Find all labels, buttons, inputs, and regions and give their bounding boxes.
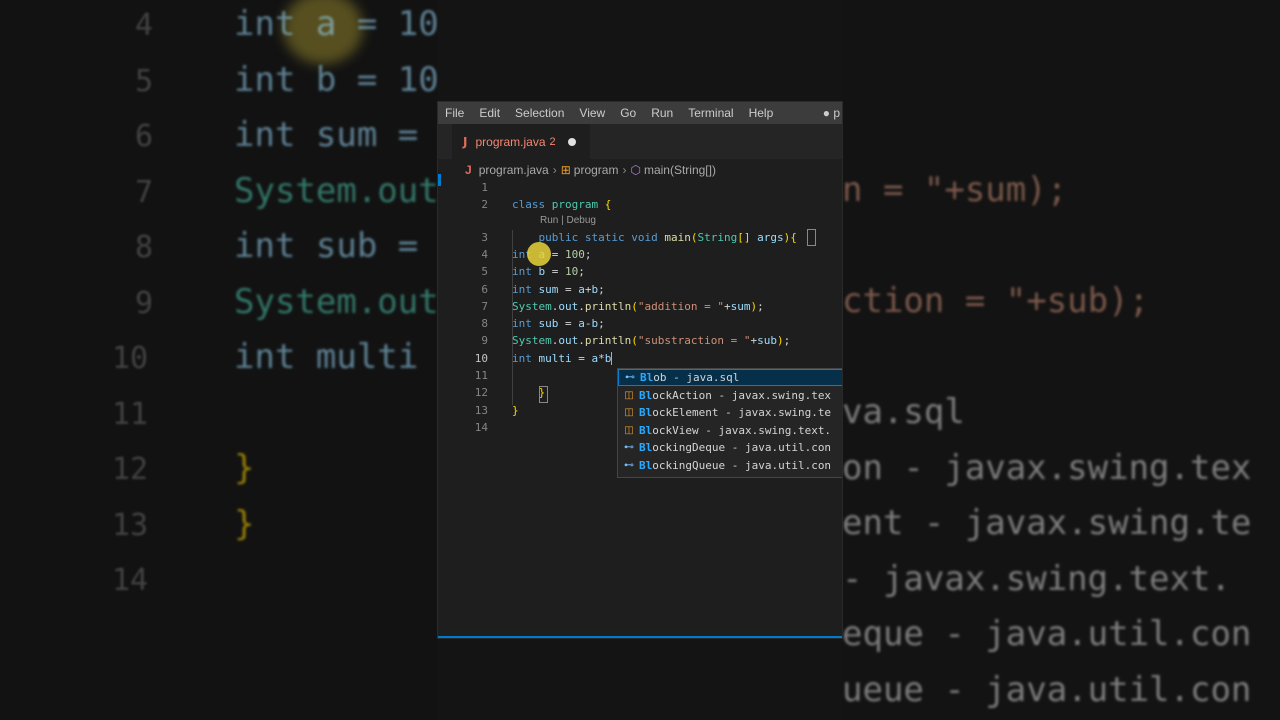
line-number: 6 xyxy=(481,282,488,296)
line-number: 3 xyxy=(481,230,488,244)
code-line[interactable]: public static void main(String[] args){ xyxy=(512,229,797,246)
field-icon: ⊷ xyxy=(624,459,634,471)
background-code-line: int multi xyxy=(234,337,419,377)
text-cursor xyxy=(611,352,613,366)
codelens-run-debug[interactable]: Run | Debug xyxy=(540,215,596,226)
line-number: 10 xyxy=(474,351,488,365)
background-line-number: 5 xyxy=(135,63,154,99)
class-icon: ◫ xyxy=(624,389,634,401)
background-line-number: 9 xyxy=(135,285,154,321)
bracket-match-highlight xyxy=(539,386,548,403)
suggestion-match: Bl xyxy=(640,371,654,384)
line-number: 11 xyxy=(474,369,488,382)
suggestion-item[interactable]: ⊷ Bl ob - java.sql xyxy=(618,369,842,386)
line-number: 14 xyxy=(474,420,488,434)
line-number: 5 xyxy=(481,265,488,279)
background-line-number: 6 xyxy=(135,119,154,154)
suggestion-item[interactable]: ⊷ Bl ockingDeque - java.util.con xyxy=(618,439,842,456)
background-code-line: ction = "+sub); xyxy=(842,281,1150,321)
status-bar-edge xyxy=(438,636,842,638)
suggestion-widget: ⊷ Bl ob - java.sql ◫ Bl ockAction - javax.swi… xyxy=(617,368,842,478)
background-line-number: 4 xyxy=(135,8,154,43)
suggestion-label: ockElement - javax.swing.te xyxy=(652,406,832,419)
suggestion-item[interactable]: ◫ Bl ockAction - javax.swing.tex xyxy=(618,387,842,404)
suggestion-label: ockingDeque - java.util.con xyxy=(652,441,832,454)
background-code-line: ueue - java.util.con xyxy=(842,669,1252,710)
suggestion-match: Bl xyxy=(639,441,653,454)
suggestion-match: Bl xyxy=(639,423,653,437)
background-code-line: int b = 10 xyxy=(234,59,438,100)
background-code-line: ent - javax.swing.te xyxy=(842,503,1252,543)
background-code-line: System.out xyxy=(234,170,438,211)
class-icon: ◫ xyxy=(624,407,634,418)
suggestion-label: ob - java.sql xyxy=(653,371,740,384)
code-editor[interactable]: Run | Debug 1 2 3 4 5 6 7 8 9 10 11 12 13 14 class pr… xyxy=(438,102,842,638)
suggestion-match: Bl xyxy=(639,388,653,402)
suggestion-item[interactable]: ◫ Bl ockElement - javax.swing.te xyxy=(618,404,842,421)
code-line[interactable]: int multi = a*b xyxy=(512,350,613,367)
code-line[interactable]: int b = 10; xyxy=(512,263,585,280)
code-line[interactable]: System.out.println("substraction = "+sub… xyxy=(512,332,790,349)
code-line[interactable]: class program { xyxy=(512,196,611,213)
background-code-line: eque - java.util.con xyxy=(842,614,1252,654)
line-number: 2 xyxy=(481,198,488,212)
line-number: 4 xyxy=(481,247,488,261)
class-icon: ◫ xyxy=(624,424,634,436)
suggestion-match: Bl xyxy=(639,406,653,419)
background-line-number: 7 xyxy=(135,174,154,210)
background-code-line: on - javax.swing.tex xyxy=(842,447,1252,488)
line-number: 12 xyxy=(474,386,488,400)
line-number: 8 xyxy=(481,317,488,331)
code-line[interactable]: int sub = a-b; xyxy=(512,315,605,332)
code-line[interactable]: System.out.println("addition = "+sum); xyxy=(512,298,764,315)
suggestion-match: Bl xyxy=(639,458,653,472)
background-code-line: } xyxy=(234,448,255,488)
background-code-line: va.sql xyxy=(842,392,965,432)
background-right-panel: n = "+sum); ction = "+sub); va.sql on - jav… xyxy=(842,0,1280,720)
line-number: 7 xyxy=(481,299,488,313)
field-icon: ⊷ xyxy=(624,442,634,453)
background-line-number: 12 xyxy=(112,452,149,487)
line-number: 9 xyxy=(481,334,488,348)
suggestion-item[interactable]: ⊷ Bl ockingQueue - java.util.con xyxy=(618,457,842,474)
suggestion-label: ockingQueue - java.util.con xyxy=(652,458,832,472)
suggestion-item[interactable]: ◫ Bl ockView - javax.swing.text. xyxy=(618,422,842,439)
code-line[interactable]: int sum = a+b; xyxy=(512,281,605,298)
vscode-window: File Edit Selection View Go Run Terminal… xyxy=(438,102,842,638)
line-number: 1 xyxy=(481,181,488,194)
suggestion-label: ockAction - javax.swing.tex xyxy=(652,388,832,402)
line-number: 13 xyxy=(474,403,488,417)
background-left-panel: 4 5 6 7 8 9 10 11 12 13 14 int a = 10 int b = 10 int… xyxy=(0,0,438,720)
background-line-number: 8 xyxy=(135,230,154,265)
background-code-line: } xyxy=(234,503,255,544)
background-line-number: 13 xyxy=(112,507,149,543)
code-line[interactable]: } xyxy=(512,402,519,419)
background-code-line: - javax.swing.text. xyxy=(842,558,1231,599)
bracket-match-highlight xyxy=(807,229,816,246)
code-line[interactable]: int a = 100; xyxy=(512,246,592,263)
background-code-line: n = "+sum); xyxy=(842,170,1068,210)
background-code-line: int sum = xyxy=(234,115,419,155)
background-code-line: System.out xyxy=(234,281,438,322)
background-line-number: 14 xyxy=(112,563,149,598)
suggestion-label: ockView - javax.swing.text. xyxy=(652,423,832,437)
mouse-pointer-highlight xyxy=(527,242,551,266)
background-code-line: int sub = xyxy=(234,226,419,266)
background-line-number: 11 xyxy=(112,396,149,432)
background-line-number: 10 xyxy=(112,341,149,376)
field-icon: ⊷ xyxy=(625,372,635,383)
background-code-line: int a = 10 xyxy=(234,4,438,44)
